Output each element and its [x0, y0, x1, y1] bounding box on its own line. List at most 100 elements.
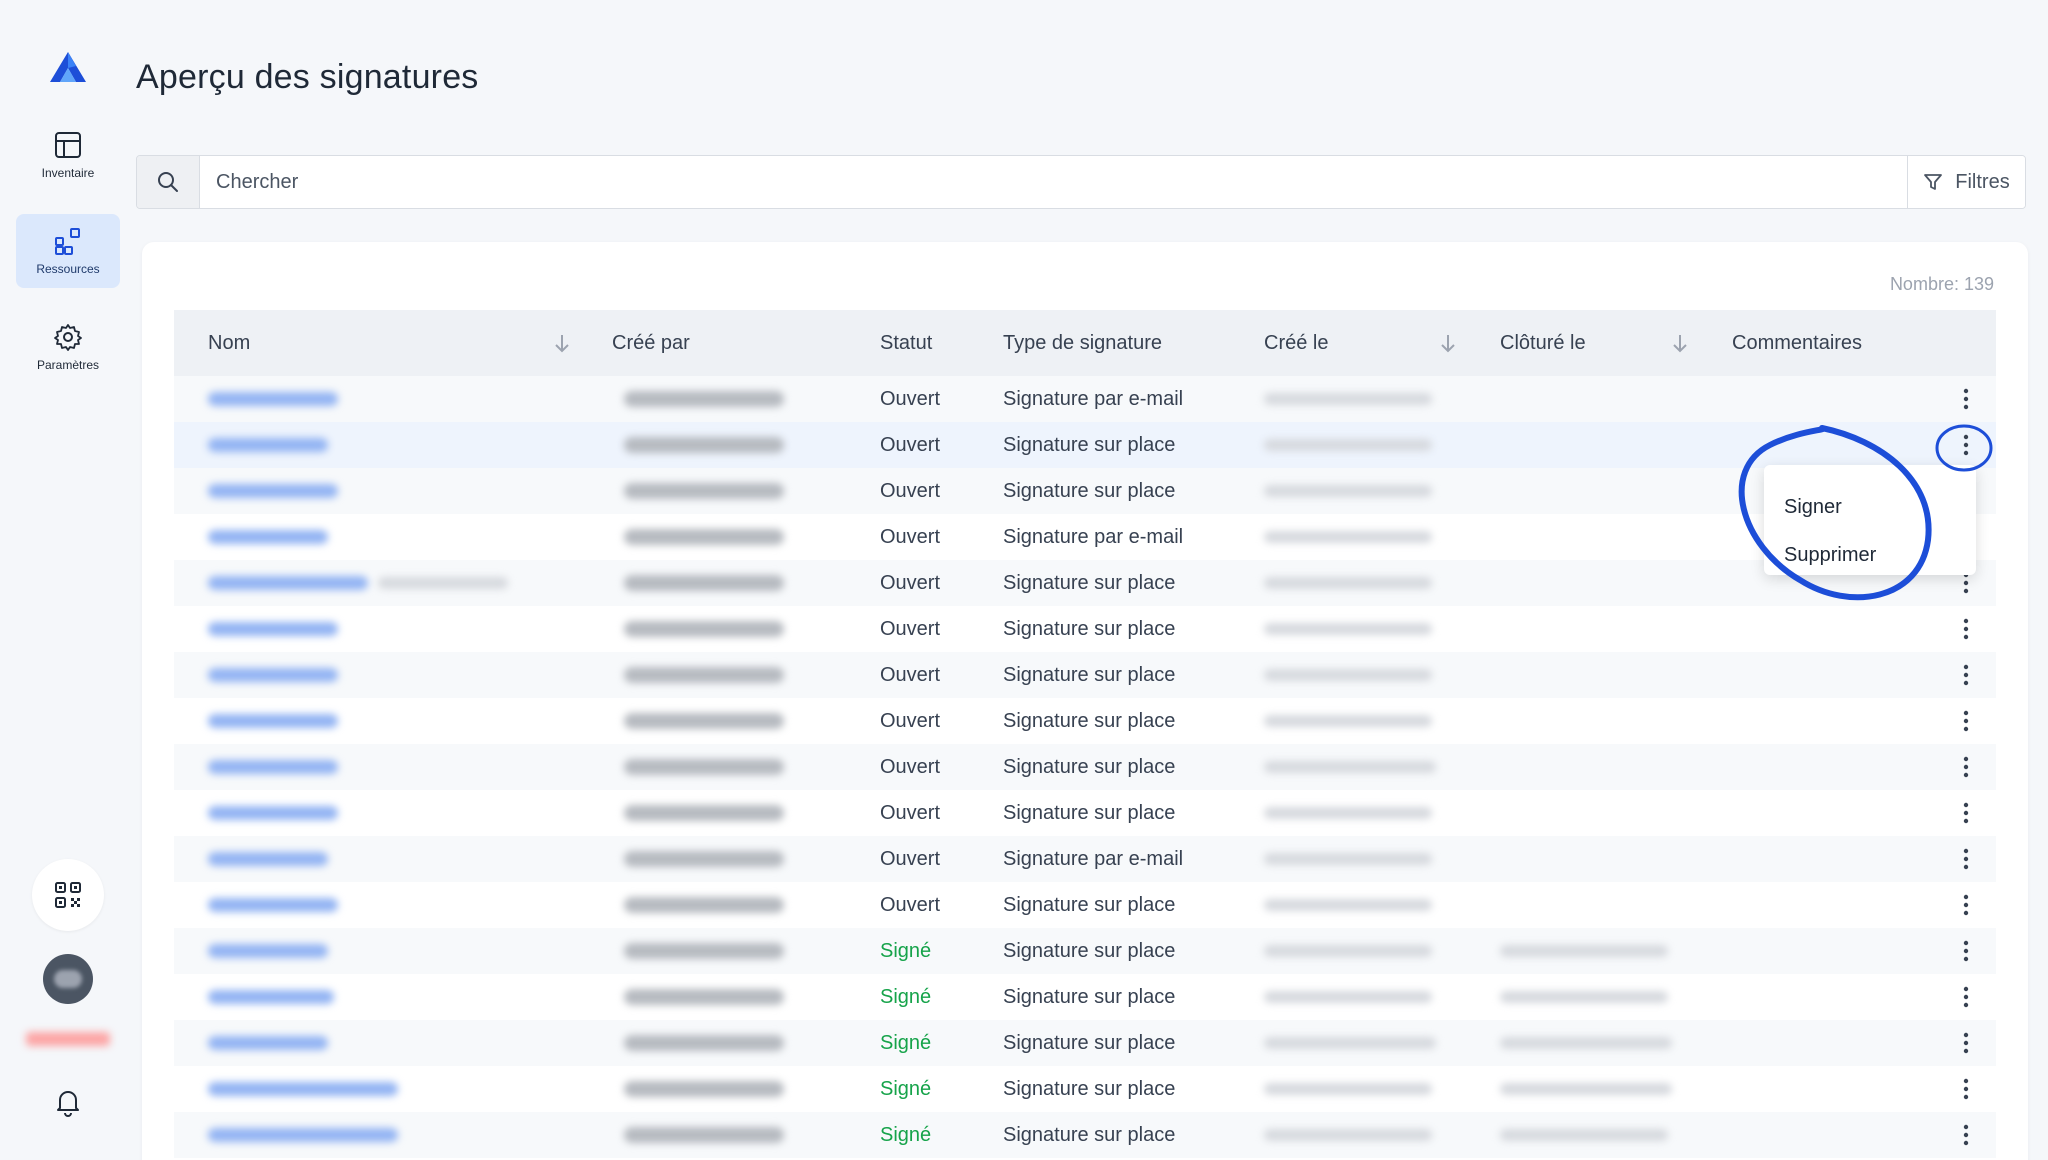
row-actions-button[interactable] [1952, 707, 1980, 735]
user-avatar[interactable] [43, 954, 93, 1004]
row-actions-button[interactable] [1952, 983, 1980, 1011]
filters-button[interactable]: Filtres [1907, 156, 2025, 208]
row-status: Signé [880, 1031, 932, 1054]
row-status: Ouvert [880, 663, 941, 686]
notifications-button[interactable] [52, 1086, 84, 1118]
sort-down-icon[interactable] [1438, 332, 1458, 354]
row-signature-type: Signature sur place [1003, 801, 1176, 824]
column-header-cloture-le[interactable]: Clôturé le [1500, 310, 1586, 376]
row-signature-type: Signature sur place [1003, 479, 1176, 502]
row-creator [624, 805, 784, 821]
row-name-link[interactable] [208, 576, 368, 590]
row-name-link[interactable] [208, 622, 338, 636]
sidebar-item-ressources[interactable]: Ressources [16, 214, 120, 288]
row-status: Ouvert [880, 755, 941, 778]
row-signature-type: Signature par e-mail [1003, 525, 1184, 548]
row-actions-button[interactable] [1952, 845, 1980, 873]
row-creator [624, 667, 784, 683]
menu-item-supprimer[interactable]: Supprimer [1764, 531, 1976, 579]
row-name-link[interactable] [208, 1128, 398, 1142]
table-row[interactable]: Ouvert Signature sur place [174, 652, 1996, 698]
row-actions-button[interactable] [1952, 799, 1980, 827]
menu-item-signer[interactable]: Signer [1764, 483, 1976, 531]
more-vertical-icon [1963, 1032, 1969, 1054]
row-actions-button[interactable] [1952, 385, 1980, 413]
row-status: Signé [880, 985, 932, 1008]
row-actions-button[interactable] [1952, 615, 1980, 643]
more-vertical-icon [1963, 756, 1969, 778]
table-row[interactable]: Ouvert Signature sur place [174, 744, 1996, 790]
row-created-date [1264, 439, 1432, 451]
row-status: Ouvert [880, 571, 941, 594]
column-header-cree-le[interactable]: Créé le [1264, 310, 1328, 376]
row-actions-button[interactable] [1952, 1121, 1980, 1149]
more-vertical-icon [1963, 894, 1969, 916]
avatar-image [54, 970, 82, 988]
row-name-link[interactable] [208, 392, 338, 406]
row-name-link[interactable] [208, 760, 338, 774]
row-name-link[interactable] [208, 530, 328, 544]
row-signature-type: Signature sur place [1003, 617, 1176, 640]
table-header: Nom Créé par Statut Type de signature Cr… [174, 310, 1996, 376]
table-row[interactable]: Ouvert Signature sur place [174, 606, 1996, 652]
table-row[interactable]: Ouvert Signature sur place [174, 468, 1996, 514]
row-name-link[interactable] [208, 806, 338, 820]
table-row[interactable]: Signé Signature sur place [174, 928, 1996, 974]
row-name-link[interactable] [208, 944, 328, 958]
row-actions-button[interactable] [1952, 753, 1980, 781]
row-name-link[interactable] [208, 438, 328, 452]
logo-icon [50, 52, 86, 82]
sidebar-item-parametres[interactable]: Paramètres [16, 310, 120, 384]
search-icon-box [137, 156, 200, 208]
column-header-commentaires[interactable]: Commentaires [1732, 310, 1862, 376]
app-logo[interactable] [48, 50, 88, 86]
record-count: Nombre: 139 [1889, 274, 1994, 294]
column-header-cree-par[interactable]: Créé par [612, 310, 690, 376]
sidebar-item-inventaire[interactable]: Inventaire [16, 118, 120, 192]
column-header-nom[interactable]: Nom [208, 310, 250, 376]
row-name-link[interactable] [208, 990, 334, 1004]
more-vertical-icon [1963, 710, 1969, 732]
row-actions-button[interactable] [1952, 891, 1980, 919]
row-actions-button[interactable] [1952, 1075, 1980, 1103]
table-row[interactable]: Signé Signature sur place [174, 1020, 1996, 1066]
row-actions-button[interactable] [1952, 661, 1980, 689]
column-header-type[interactable]: Type de signature [1003, 310, 1162, 376]
table-row[interactable]: Ouvert Signature par e-mail [174, 376, 1996, 422]
row-actions-button[interactable] [1952, 1029, 1980, 1057]
row-status: Ouvert [880, 433, 941, 456]
row-name-link[interactable] [208, 898, 338, 912]
row-closed-date [1500, 1037, 1672, 1049]
row-signature-type: Signature sur place [1003, 663, 1176, 686]
row-name-link[interactable] [208, 668, 338, 682]
row-name-link[interactable] [208, 1082, 398, 1096]
row-creator [624, 1081, 784, 1097]
table-row[interactable]: Signé Signature sur place [174, 1112, 1996, 1158]
row-created-date [1264, 1129, 1432, 1141]
table-row[interactable]: Ouvert Signature sur place [174, 698, 1996, 744]
row-name-link[interactable] [208, 1036, 328, 1050]
table-row[interactable]: Ouvert Signature sur place [174, 790, 1996, 836]
row-actions-button[interactable] [1952, 431, 1980, 459]
qr-scan-button[interactable] [32, 859, 104, 931]
sort-down-icon[interactable] [552, 332, 572, 354]
table-row[interactable]: Ouvert Signature par e-mail [174, 514, 1996, 560]
search-input[interactable] [200, 156, 1907, 208]
row-created-date [1264, 715, 1432, 727]
row-name-link[interactable] [208, 852, 328, 866]
table-row[interactable]: Signé Signature sur place [174, 974, 1996, 1020]
row-status: Ouvert [880, 617, 941, 640]
row-created-date [1264, 577, 1432, 589]
row-name-link[interactable] [208, 714, 338, 728]
row-signature-type: Signature sur place [1003, 893, 1176, 916]
gear-icon [54, 324, 82, 351]
table-row[interactable]: Ouvert Signature sur place [174, 560, 1996, 606]
row-actions-button[interactable] [1952, 937, 1980, 965]
row-name-link[interactable] [208, 484, 338, 498]
table-row[interactable]: Signé Signature sur place [174, 1066, 1996, 1112]
table-row[interactable]: Ouvert Signature sur place [174, 422, 1996, 468]
column-header-statut[interactable]: Statut [880, 310, 932, 376]
sort-down-icon[interactable] [1670, 332, 1690, 354]
table-row[interactable]: Ouvert Signature par e-mail [174, 836, 1996, 882]
table-row[interactable]: Ouvert Signature sur place [174, 882, 1996, 928]
